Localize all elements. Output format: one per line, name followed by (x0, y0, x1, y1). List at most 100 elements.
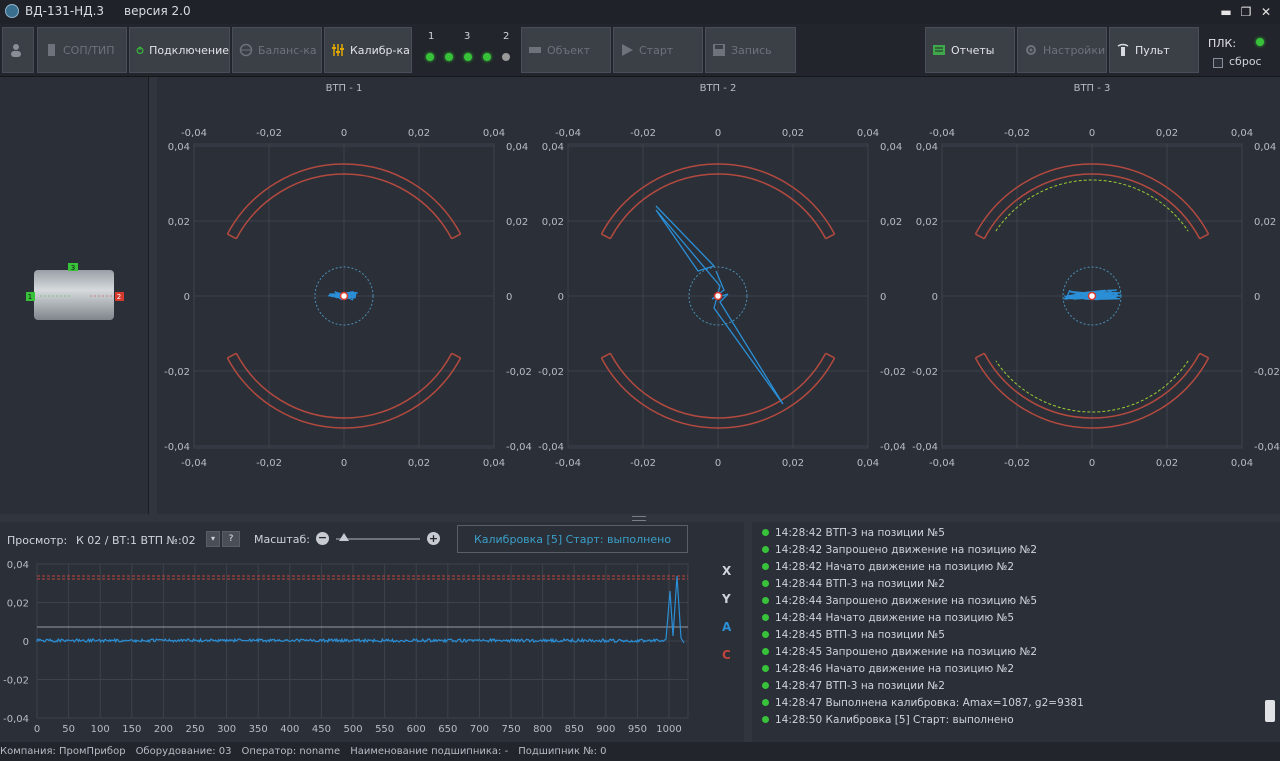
y-tick-right: 0 (1254, 292, 1260, 303)
center-marker (341, 293, 348, 300)
connect-button-label: Подключение (149, 44, 229, 57)
connect-button[interactable]: Подключение (129, 27, 230, 73)
log-entry-text: 14:28:44 ВТП-3 на позиции №2 (775, 578, 945, 590)
x-tick: 150 (122, 724, 141, 735)
close-icon[interactable]: ✕ (1258, 4, 1274, 20)
led-label-2: 2 (503, 31, 509, 42)
x-tick: 100 (91, 724, 110, 735)
object-button[interactable]: Объект (521, 27, 611, 73)
status-bearing-name: Наименование подшипника: - (350, 746, 508, 757)
sensor-2-label: 2 (117, 293, 121, 301)
y-tick-right: 0 (506, 292, 512, 303)
y-tick-right: 0,02 (506, 217, 528, 228)
x-tick-top: 0,02 (408, 128, 430, 139)
y-tick-right: -0,04 (506, 442, 532, 453)
series-x-toggle[interactable]: X (722, 564, 731, 578)
log-scrollbar[interactable] (1264, 524, 1276, 740)
y-tick-right: -0,02 (880, 367, 906, 378)
led-indicator-off (502, 53, 510, 61)
center-marker (1089, 293, 1096, 300)
log-entry-text: 14:28:42 ВТП-3 на позиции №5 (775, 527, 945, 539)
x-tick: 500 (343, 724, 362, 735)
xy-plot-1: ВТП - 1-0,04-0,040,04 0,04-0,02-0,020,02 0… (164, 83, 532, 469)
x-tick: 450 (312, 724, 331, 735)
status-dot-icon (762, 631, 769, 638)
series-y-toggle[interactable]: Y (722, 592, 731, 606)
log-entry: 14:28:45 Запрошено движение на позицию №… (762, 643, 1037, 660)
status-dot-icon (762, 699, 769, 706)
y-tick-left: 0,04 (916, 142, 938, 153)
record-button[interactable]: Запись (705, 27, 796, 73)
status-dot-icon (762, 682, 769, 689)
x-tick-bottom: -0,02 (630, 458, 656, 469)
remote-icon (1116, 43, 1130, 57)
y-tick-left: -0,04 (164, 442, 190, 453)
settings-button[interactable]: Настройки (1017, 27, 1107, 73)
x-tick: 950 (628, 724, 647, 735)
y-tick-right: -0,02 (506, 367, 532, 378)
x-tick-top: -0,02 (630, 128, 656, 139)
y-tick-left: -0,04 (912, 442, 938, 453)
save-icon (712, 43, 726, 57)
start-button-label: Старт (639, 44, 673, 57)
y-tick-right: 0,04 (880, 142, 902, 153)
x-tick: 850 (565, 724, 584, 735)
waveform-chart: 0,040,020-0,02-0,040 50 100 150 200 250 300 350… (0, 522, 744, 742)
sop-icon (44, 43, 58, 57)
user-icon (9, 43, 23, 57)
status-equipment: Оборудование: 03 (136, 746, 232, 757)
y-tick-left: 0,02 (168, 217, 190, 228)
x-tick: 700 (470, 724, 489, 735)
log-entry-text: 14:28:50 Калибровка [5] Старт: выполнено (775, 714, 1014, 726)
status-dot-icon (762, 563, 769, 570)
x-tick-bottom: 0,02 (408, 458, 430, 469)
status-dot-icon (762, 614, 769, 621)
channel-leds: 1 3 2 (418, 27, 518, 73)
x-tick-top: 0,04 (1231, 128, 1253, 139)
vertical-splitter[interactable] (149, 77, 157, 514)
bottom-splitter[interactable] (744, 522, 752, 742)
horizontal-splitter[interactable] (0, 514, 1280, 522)
y-tick-left: 0,02 (916, 217, 938, 228)
minimize-icon[interactable]: ▬ (1218, 4, 1234, 20)
xy-plot-2: ВТП - 2-0,04-0,040,04 0,04-0,02-0,020,02 0… (538, 83, 906, 469)
x-tick-top: 0 (341, 128, 347, 139)
x-tick-bottom: -0,04 (555, 458, 581, 469)
log-entry: 14:28:42 ВТП-3 на позиции №5 (762, 524, 945, 541)
reset-checkbox[interactable] (1213, 58, 1223, 68)
log-entry-text: 14:28:47 ВТП-3 на позиции №2 (775, 680, 945, 692)
remote-button[interactable]: Пульт (1109, 27, 1199, 73)
reports-button[interactable]: Отчеты (925, 27, 1015, 73)
x-tick-bottom: 0 (341, 458, 347, 469)
x-tick-top: -0,02 (256, 128, 282, 139)
gear-icon (1024, 43, 1038, 57)
status-dot-icon (762, 529, 769, 536)
log-scrollbar-thumb[interactable] (1265, 700, 1275, 722)
power-icon (136, 43, 144, 57)
log-entry: 14:28:42 Запрошено движение на позицию №… (762, 541, 1037, 558)
start-button[interactable]: Старт (613, 27, 703, 73)
x-tick: 650 (438, 724, 457, 735)
remote-button-label: Пульт (1135, 44, 1170, 57)
x-tick-bottom: 0,04 (483, 458, 505, 469)
user-button[interactable] (2, 27, 34, 73)
status-bearing-no: Подшипник №: 0 (518, 746, 606, 757)
object-icon (528, 43, 542, 57)
x-tick-bottom: -0,02 (1004, 458, 1030, 469)
series-a-toggle[interactable]: A (722, 620, 731, 634)
x-tick-bottom: 0,04 (1231, 458, 1253, 469)
log-entry: 14:28:45 ВТП-3 на позиции №5 (762, 626, 945, 643)
sop-button-label: СОП/ТИП (63, 44, 115, 57)
log-entry-text: 14:28:47 Выполнена калибровка: Amax=1087… (775, 697, 1084, 709)
series-c-toggle[interactable]: C (722, 648, 731, 662)
sop-button[interactable]: СОП/ТИП (37, 27, 127, 73)
x-tick: 900 (596, 724, 615, 735)
log-entry: 14:28:44 Начато движение на позицию №5 (762, 609, 1014, 626)
balance-button[interactable]: Баланс-ка (232, 27, 322, 73)
x-tick: 0 (34, 724, 40, 735)
maximize-icon[interactable]: ❐ (1238, 4, 1254, 20)
calibration-button[interactable]: Калибр-ка (324, 27, 412, 73)
y-tick-left: 0,04 (542, 142, 564, 153)
y-tick-right: -0,04 (1254, 442, 1280, 453)
x-tick: 350 (249, 724, 268, 735)
